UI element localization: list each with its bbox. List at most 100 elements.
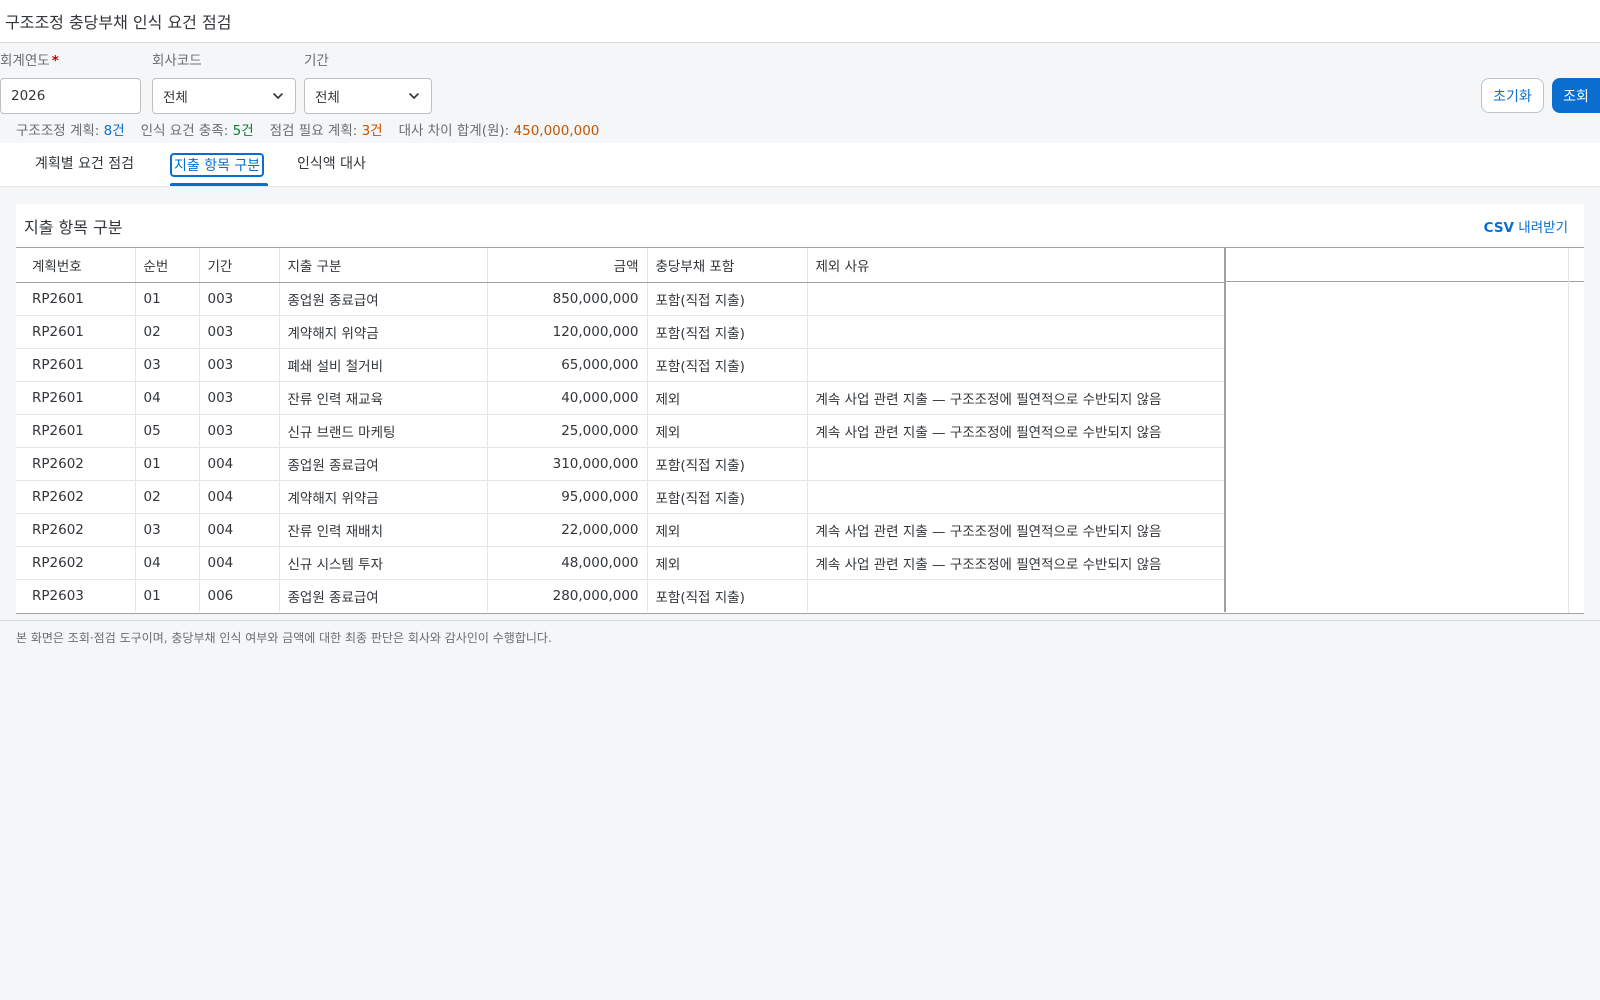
cell-period: 003 xyxy=(199,315,280,349)
cell-provision-included: 포함(직접 지출) xyxy=(647,282,808,316)
table-row[interactable]: RP2603 01 006 종업원 종료급여 280,000,000 포함(직접 지출) xyxy=(16,579,1226,612)
app-header: 구조조정 충당부채 인식 요건 점검 xyxy=(0,0,1600,43)
cell-expense-type: 종업원 종료급여 xyxy=(279,579,488,612)
summary-diff-total: 450,000,000 xyxy=(513,123,600,139)
tab-recognition-reconciliation[interactable]: 인식액 대사 xyxy=(295,153,368,177)
cell-exclusion-reason: 계속 사업 관련 지출 — 구조조정에 필연적으로 수반되지 않음 xyxy=(807,513,1226,547)
disclaimer-note: 본 화면은 조회·점검 도구이며, 충당부채 인식 여부와 금액에 대한 최종 … xyxy=(0,620,1600,654)
col-plan-no[interactable]: 계획번호 xyxy=(16,248,136,283)
cell-seq: 01 xyxy=(135,579,200,612)
reset-button[interactable]: 초기화 xyxy=(1481,78,1544,113)
cell-period: 003 xyxy=(199,348,280,382)
cell-seq: 01 xyxy=(135,282,200,316)
cell-period: 003 xyxy=(199,414,280,448)
cell-seq: 01 xyxy=(135,447,200,481)
col-provision-included[interactable]: 충당부채 포함 xyxy=(647,248,808,283)
cell-amount: 65,000,000 xyxy=(487,348,648,382)
summary-review-count: 3건 xyxy=(361,123,383,139)
cell-exclusion-reason xyxy=(807,315,1226,349)
expense-grid: 계획번호 순번 기간 지출 구분 금액 충당부채 포함 제외 사유 RP2601… xyxy=(16,248,1226,612)
cell-period: 003 xyxy=(199,282,280,316)
cell-amount: 40,000,000 xyxy=(487,381,648,415)
table-row[interactable]: RP2602 04 004 신규 시스템 투자 48,000,000 제외 계속 사업 관련… xyxy=(16,546,1226,580)
required-mark: * xyxy=(51,53,59,69)
cell-seq: 03 xyxy=(135,513,200,547)
table-row[interactable]: RP2602 01 004 종업원 종료급여 310,000,000 포함(직접 지출) xyxy=(16,447,1226,481)
cell-provision-included: 제외 xyxy=(647,546,808,580)
company-code-field: 회사코드 전체 xyxy=(152,51,296,114)
col-period[interactable]: 기간 xyxy=(199,248,280,283)
cell-seq: 02 xyxy=(135,315,200,349)
chevron-down-icon xyxy=(409,93,419,99)
search-button[interactable]: 조회 xyxy=(1552,78,1600,113)
cell-plan-no: RP2602 xyxy=(16,447,136,481)
fiscal-year-label: 회계연도 xyxy=(0,53,50,69)
cell-provision-included: 포함(직접 지출) xyxy=(647,480,808,514)
cell-expense-type: 종업원 종료급여 xyxy=(279,447,488,481)
cell-plan-no: RP2601 xyxy=(16,282,136,316)
summary-bar: 구조조정 계획: 8건 인식 요건 충족: 5건 점검 필요 계획: 3건 대사… xyxy=(0,115,1600,143)
page-title: 구조조정 충당부채 인식 요건 점검 xyxy=(5,13,232,32)
table-row[interactable]: RP2601 01 003 종업원 종료급여 850,000,000 포함(직접 지출) xyxy=(16,282,1226,316)
table-row[interactable]: RP2601 03 003 폐쇄 설비 철거비 65,000,000 포함(직접 지출) xyxy=(16,348,1226,382)
cell-period: 004 xyxy=(199,513,280,547)
cell-period: 004 xyxy=(199,447,280,481)
cell-amount: 850,000,000 xyxy=(487,282,648,316)
table-row[interactable]: RP2602 02 004 계약해지 위약금 95,000,000 포함(직접 지출) xyxy=(16,480,1226,514)
company-code-select[interactable]: 전체 xyxy=(152,78,296,114)
cell-seq: 03 xyxy=(135,348,200,382)
table-divider xyxy=(1568,248,1569,613)
panel-header: 지출 항목 구분 CSV 내려받기 xyxy=(16,204,1584,247)
cell-exclusion-reason: 계속 사업 관련 지출 — 구조조정에 필연적으로 수반되지 않음 xyxy=(807,381,1226,415)
cell-seq: 02 xyxy=(135,480,200,514)
summary-diff: 대사 차이 합계(원): 450,000,000 xyxy=(398,123,600,139)
cell-plan-no: RP2603 xyxy=(16,579,136,612)
col-expense-type[interactable]: 지출 구분 xyxy=(279,248,488,283)
cell-expense-type: 계약해지 위약금 xyxy=(279,480,488,514)
col-seq[interactable]: 순번 xyxy=(135,248,200,283)
cell-amount: 280,000,000 xyxy=(487,579,648,612)
chevron-down-icon xyxy=(273,93,283,99)
cell-seq: 04 xyxy=(135,381,200,415)
cell-provision-included: 포함(직접 지출) xyxy=(647,348,808,382)
tab-bar: 계획별 요건 점검 지출 항목 구분 인식액 대사 xyxy=(0,143,1600,187)
col-amount[interactable]: 금액 xyxy=(487,248,648,283)
fiscal-year-input[interactable] xyxy=(11,88,130,104)
csv-download-link[interactable]: CSV 내려받기 xyxy=(1484,216,1568,236)
cell-plan-no: RP2602 xyxy=(16,480,136,514)
cell-amount: 310,000,000 xyxy=(487,447,648,481)
summary-review: 점검 필요 계획: 3건 xyxy=(269,123,383,139)
cell-plan-no: RP2601 xyxy=(16,315,136,349)
table-row[interactable]: RP2601 02 003 계약해지 위약금 120,000,000 포함(직접 지출) xyxy=(16,315,1226,349)
table-header-row: 계획번호 순번 기간 지출 구분 금액 충당부채 포함 제외 사유 xyxy=(16,248,1226,283)
table-row[interactable]: RP2601 04 003 잔류 인력 재교육 40,000,000 제외 계속 사업 관련… xyxy=(16,381,1226,415)
tab-expense-classification[interactable]: 지출 항목 구분 xyxy=(170,153,265,177)
cell-plan-no: RP2601 xyxy=(16,381,136,415)
cell-period: 003 xyxy=(199,381,280,415)
cell-expense-type: 신규 시스템 투자 xyxy=(279,546,488,580)
table-row[interactable]: RP2602 03 004 잔류 인력 재배치 22,000,000 제외 계속 사업 관련… xyxy=(16,513,1226,547)
summary-met-count: 5건 xyxy=(232,123,254,139)
period-select[interactable]: 전체 xyxy=(304,78,432,114)
period-value: 전체 xyxy=(315,90,340,106)
cell-period: 006 xyxy=(199,579,280,612)
cell-seq: 04 xyxy=(135,546,200,580)
fiscal-year-input-box[interactable] xyxy=(0,78,141,114)
cell-expense-type: 잔류 인력 재배치 xyxy=(279,513,488,547)
cell-expense-type: 종업원 종료급여 xyxy=(279,282,488,316)
cell-exclusion-reason xyxy=(807,579,1226,612)
col-exclusion-reason[interactable]: 제외 사유 xyxy=(807,248,1226,283)
cell-provision-included: 제외 xyxy=(647,513,808,547)
cell-plan-no: RP2601 xyxy=(16,414,136,448)
table-body: RP2601 01 003 종업원 종료급여 850,000,000 포함(직접 지출) R… xyxy=(16,282,1226,612)
cell-exclusion-reason: 계속 사업 관련 지출 — 구조조정에 필연적으로 수반되지 않음 xyxy=(807,546,1226,580)
cell-plan-no: RP2602 xyxy=(16,513,136,547)
tab-plan-requirements[interactable]: 계획별 요건 점검 xyxy=(33,153,136,177)
cell-amount: 22,000,000 xyxy=(487,513,648,547)
cell-exclusion-reason xyxy=(807,447,1226,481)
expense-panel: 지출 항목 구분 CSV 내려받기 계획번호 순번 기간 지출 구분 금액 충당… xyxy=(16,204,1584,614)
table-row[interactable]: RP2601 05 003 신규 브랜드 마케팅 25,000,000 제외 계속 사업 관… xyxy=(16,414,1226,448)
company-code-value: 전체 xyxy=(163,90,188,106)
cell-period: 004 xyxy=(199,480,280,514)
fiscal-year-field: 회계연도 * xyxy=(0,51,141,114)
